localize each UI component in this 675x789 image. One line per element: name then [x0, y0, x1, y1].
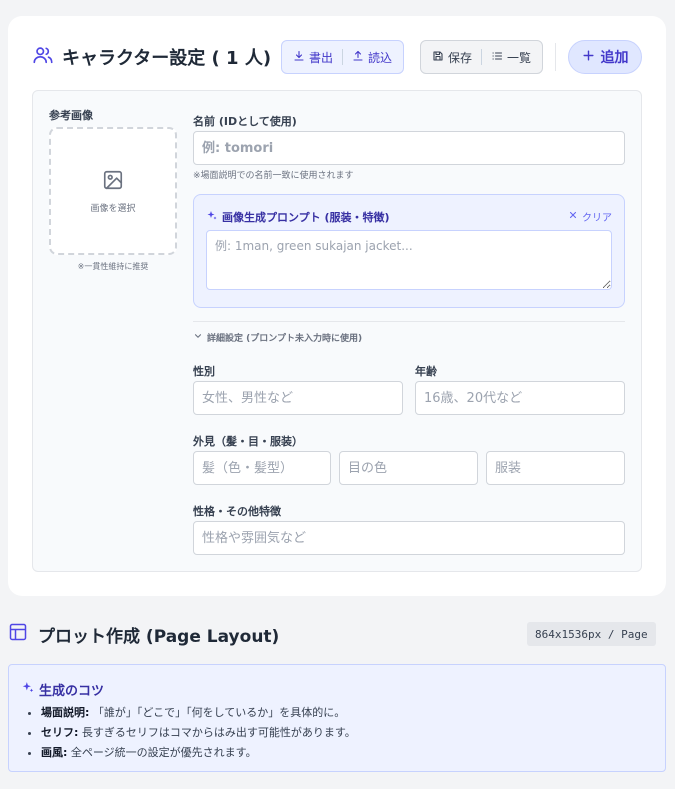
tip-text: 全ページ統一の設定が優先されます。: [67, 746, 257, 759]
hair-input[interactable]: [193, 451, 331, 485]
save-icon: [432, 50, 444, 65]
tips-list: 場面説明: 「誰が」「どこで」「何をしているか」を具体的に。 セリフ: 長すぎる…: [41, 703, 356, 763]
reference-image-label: 参考画像: [49, 109, 93, 122]
plot-title: プロット作成 (Page Layout): [38, 627, 280, 647]
sparkles-icon: [206, 210, 218, 225]
list-label: 一覧: [507, 50, 532, 65]
name-label: 名前 (IDとして使用): [193, 115, 297, 128]
import-label: 読込: [368, 50, 393, 65]
clothes-input[interactable]: [486, 451, 625, 485]
age-label: 年齢: [415, 365, 437, 378]
personality-label: 性格・その他特徴: [193, 505, 281, 518]
gender-input[interactable]: [193, 381, 403, 415]
select-image-label: 画像を選択: [90, 203, 136, 214]
details-toggle-label: 詳細設定 (プロンプト未入力時に使用): [207, 334, 363, 344]
appearance-label: 外見（髪・目・服装）: [193, 435, 303, 448]
export-import-group: 書出 読込: [281, 40, 405, 74]
tip-text: 「誰が」「どこで」「何をしているか」を具体的に。: [89, 706, 346, 719]
name-hint: ※場面説明での名前一致に使用されます: [193, 171, 354, 181]
plot-section-title: プロット作成 (Page Layout): [8, 622, 279, 647]
list-item: 場面説明: 「誰が」「どこで」「何をしているか」を具体的に。: [41, 703, 356, 723]
character-header: キャラクター設定 ( 1 人) 書出 読込 保存 一覧 追加: [32, 40, 642, 74]
tip-text: 長すぎるセリフはコマからはみ出す可能性があります。: [78, 726, 356, 739]
download-icon: [293, 50, 305, 65]
details-divider: [193, 321, 625, 322]
save-label: 保存: [448, 50, 473, 65]
tip-term: 場面説明:: [41, 706, 90, 719]
reference-image-dropzone[interactable]: 画像を選択: [49, 127, 177, 255]
add-character-button[interactable]: 追加: [568, 40, 642, 74]
image-icon: [102, 169, 124, 195]
age-input[interactable]: [415, 381, 625, 415]
gender-label: 性別: [193, 365, 215, 378]
list-button[interactable]: 一覧: [482, 43, 540, 71]
sparkles-icon: [21, 681, 35, 699]
save-list-group: 保存 一覧: [420, 40, 544, 74]
reference-note: ※一貫性維持に推奨: [77, 262, 149, 271]
add-label: 追加: [600, 50, 629, 66]
character-title-wrap: キャラクター設定 ( 1 人): [32, 44, 271, 70]
save-button[interactable]: 保存: [423, 43, 481, 71]
list-icon: [491, 50, 503, 65]
tips-title: 生成のコツ: [21, 680, 104, 699]
close-icon: [568, 210, 578, 223]
tips-title-text: 生成のコツ: [39, 684, 105, 699]
character-title: キャラクター設定 ( 1 人): [62, 48, 272, 69]
prompt-textarea[interactable]: [206, 230, 612, 290]
export-label: 書出: [309, 50, 334, 65]
prompt-section: 画像生成プロンプト (服装・特徴) クリア: [193, 194, 625, 308]
upload-icon: [352, 50, 364, 65]
clear-label: クリア: [582, 213, 612, 224]
users-icon: [32, 44, 54, 70]
character-panel: 参考画像 画像を選択 ※一貫性維持に推奨 名前 (IDとして使用) ※場面説明で…: [32, 90, 642, 572]
clear-prompt-button[interactable]: クリア: [568, 209, 612, 224]
name-input[interactable]: [193, 131, 625, 165]
prompt-title: 画像生成プロンプト (服装・特徴): [206, 209, 390, 225]
layout-icon: [8, 622, 28, 647]
export-button[interactable]: 書出: [284, 43, 342, 71]
prompt-title-text: 画像生成プロンプト (服装・特徴): [222, 211, 390, 224]
header-divider: [555, 43, 556, 71]
page-size-badge: 864x1536px / Page: [527, 622, 656, 646]
character-settings-card: キャラクター設定 ( 1 人) 書出 読込 保存 一覧 追加 参考画像 画像を選…: [8, 16, 666, 596]
details-toggle[interactable]: 詳細設定 (プロンプト未入力時に使用): [193, 331, 362, 344]
eye-color-input[interactable]: [339, 451, 478, 485]
import-button[interactable]: 読込: [343, 43, 401, 71]
list-item: セリフ: 長すぎるセリフはコマからはみ出す可能性があります。: [41, 723, 356, 743]
personality-input[interactable]: [193, 521, 625, 555]
plus-icon: [582, 49, 595, 66]
tip-term: セリフ:: [41, 726, 79, 739]
tips-box: 生成のコツ 場面説明: 「誰が」「どこで」「何をしているか」を具体的に。 セリフ…: [8, 664, 666, 772]
tip-term: 画風:: [41, 746, 68, 759]
chevron-down-icon: [193, 331, 203, 344]
list-item: 画風: 全ページ統一の設定が優先されます。: [41, 743, 356, 763]
